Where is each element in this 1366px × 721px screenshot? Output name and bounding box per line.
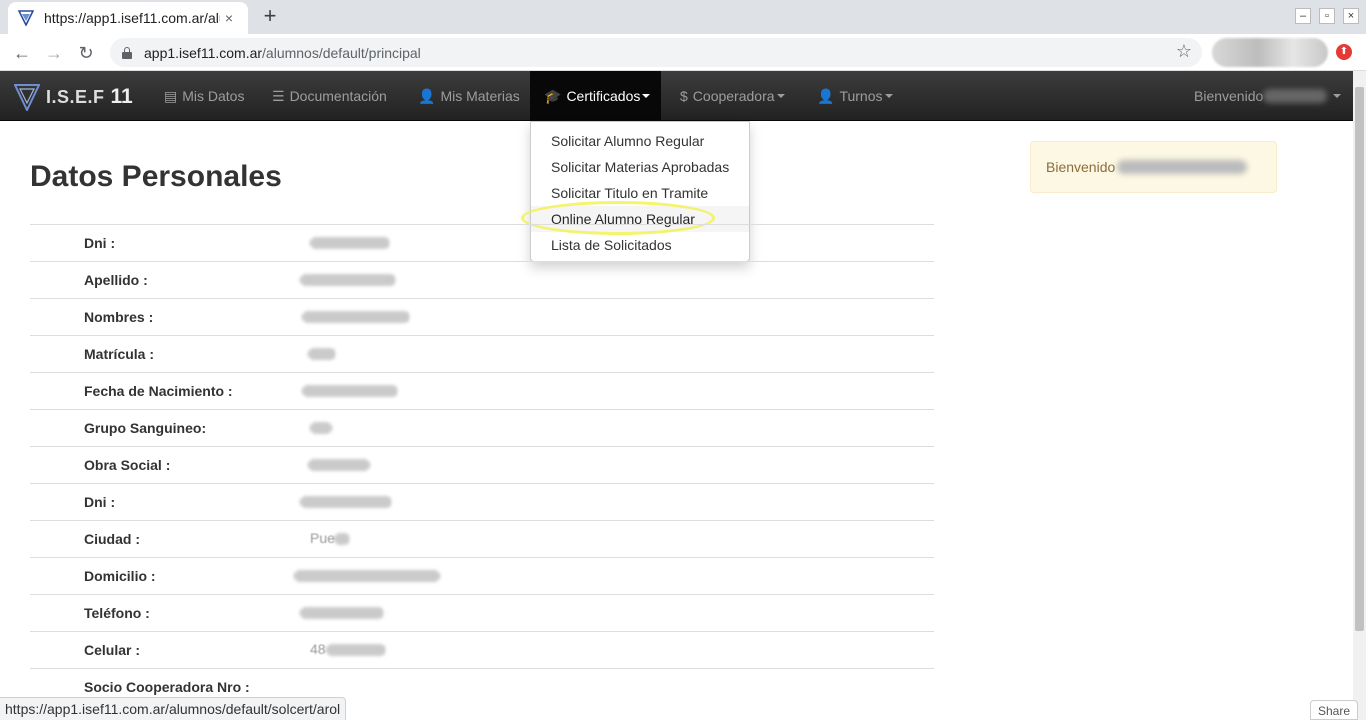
nav-label: Mis Datos bbox=[182, 88, 245, 104]
user-icon: 👤 bbox=[418, 87, 436, 104]
nav-label: Certificados bbox=[566, 88, 641, 104]
tab-close-icon[interactable]: × bbox=[220, 10, 238, 26]
field-value bbox=[244, 603, 934, 623]
field-label: Socio Cooperadora Nro : bbox=[84, 679, 250, 695]
field-label: Domicilio : bbox=[84, 568, 156, 584]
table-row: Teléfono : bbox=[30, 594, 934, 631]
table-row: Domicilio : bbox=[30, 557, 934, 594]
profile-avatar[interactable] bbox=[1212, 38, 1328, 67]
caret-down-icon bbox=[642, 94, 651, 98]
welcome-label: Bienvenido bbox=[1194, 88, 1264, 104]
reload-button[interactable]: ↻ bbox=[73, 40, 99, 66]
table-row: Ciudad : Pue bbox=[30, 520, 934, 557]
table-row: Nombres : bbox=[30, 298, 934, 335]
extension-icon[interactable]: ⬆ bbox=[1336, 44, 1352, 60]
nav-label: Mis Materias bbox=[440, 88, 520, 104]
field-label: Dni : bbox=[84, 494, 116, 510]
site-favicon-icon bbox=[18, 10, 34, 26]
field-value bbox=[244, 233, 934, 253]
nav-documentacion[interactable]: ☰ Documentación bbox=[258, 71, 401, 121]
table-row: Obra Social : bbox=[30, 446, 934, 483]
back-button[interactable]: ← bbox=[9, 40, 35, 66]
new-tab-button[interactable]: + bbox=[258, 5, 282, 29]
browser-toolbar: ← → ↻ app1.isef11.com.ar/alumnos/default… bbox=[0, 34, 1366, 71]
nav-mis-materias[interactable]: 👤 Mis Materias bbox=[404, 71, 534, 121]
table-row: Celular : 48 bbox=[30, 631, 934, 668]
welcome-alert: Bienvenido bbox=[1030, 141, 1277, 193]
tab-title: https://app1.isef11.com.ar/alumnos/defau… bbox=[44, 10, 220, 26]
field-value bbox=[244, 307, 934, 327]
isef-logo-icon bbox=[14, 84, 40, 111]
redacted-username bbox=[1117, 160, 1248, 174]
table-row: Apellido : bbox=[30, 261, 934, 298]
page-title: Datos Personales bbox=[30, 160, 282, 193]
field-label: Matrícula : bbox=[84, 346, 155, 362]
nav-certificados[interactable]: 🎓 Certificados bbox=[530, 71, 661, 121]
personal-data-table: Dni : Apellido : Nombres : Matrícula : F… bbox=[30, 224, 934, 705]
list-icon: ☰ bbox=[272, 87, 285, 104]
menu-item-solicitar-materias-aprobadas[interactable]: Solicitar Materias Aprobadas bbox=[531, 154, 749, 180]
nav-label: Cooperadora bbox=[692, 88, 775, 104]
menu-item-solicitar-alumno-regular[interactable]: Solicitar Alumno Regular bbox=[531, 128, 749, 154]
url-text: app1.isef11.com.ar/alumnos/default/princ… bbox=[144, 44, 421, 61]
field-label: Ciudad : bbox=[84, 531, 140, 547]
nav-mis-datos[interactable]: ▤ Mis Datos bbox=[150, 71, 258, 121]
field-value bbox=[244, 492, 934, 512]
brand-number: 11 bbox=[110, 85, 133, 108]
field-label: Apellido : bbox=[84, 272, 148, 288]
caret-down-icon bbox=[776, 94, 785, 98]
file-icon: ▤ bbox=[164, 87, 178, 104]
nav-label: Turnos bbox=[839, 88, 883, 104]
field-value bbox=[244, 418, 934, 438]
field-label: Nombres : bbox=[84, 309, 154, 325]
field-value bbox=[244, 455, 934, 475]
share-button[interactable]: Share bbox=[1310, 700, 1358, 720]
table-row: Dni : bbox=[30, 483, 934, 520]
field-value: Pue bbox=[244, 529, 934, 549]
field-value bbox=[244, 381, 934, 401]
table-row: Dni : bbox=[30, 224, 934, 261]
menu-item-solicitar-titulo-en-tramite[interactable]: Solicitar Titulo en Tramite bbox=[531, 180, 749, 206]
field-label: Obra Social : bbox=[84, 457, 171, 473]
site-navbar: I.S.E.F 11 ▤ Mis Datos ☰ Documentación 👤… bbox=[0, 71, 1353, 121]
caret-down-icon bbox=[1333, 94, 1342, 98]
brand-name: I.S.E.F bbox=[46, 86, 105, 107]
field-label: Grupo Sanguineo: bbox=[84, 420, 207, 436]
field-label: Dni : bbox=[84, 235, 116, 251]
close-window-button[interactable]: × bbox=[1343, 8, 1359, 24]
field-value bbox=[244, 566, 934, 586]
field-value bbox=[244, 344, 934, 364]
field-label: Celular : bbox=[84, 642, 141, 658]
field-label: Teléfono : bbox=[84, 605, 150, 621]
table-row: Matrícula : bbox=[30, 335, 934, 372]
field-value bbox=[244, 270, 934, 290]
page-scrollbar[interactable] bbox=[1353, 71, 1366, 720]
graduation-cap-icon: 🎓 bbox=[544, 87, 562, 104]
user-menu[interactable]: Bienvenido bbox=[1194, 71, 1342, 121]
minimize-button[interactable]: – bbox=[1295, 8, 1311, 24]
user-icon: 👤 bbox=[817, 87, 835, 104]
bookmark-star-icon[interactable]: ☆ bbox=[1176, 41, 1192, 62]
brand-logo[interactable]: I.S.E.F 11 bbox=[14, 83, 133, 111]
caret-down-icon bbox=[884, 94, 893, 98]
forward-button[interactable]: → bbox=[41, 40, 67, 66]
address-bar[interactable]: app1.isef11.com.ar/alumnos/default/princ… bbox=[110, 38, 1202, 67]
maximize-button[interactable]: ▫ bbox=[1319, 8, 1335, 24]
scrollbar-thumb[interactable] bbox=[1355, 87, 1364, 631]
lock-icon bbox=[122, 46, 132, 59]
nav-cooperadora[interactable]: $ Cooperadora bbox=[666, 71, 799, 121]
redacted-username bbox=[1263, 89, 1328, 103]
nav-label: Documentación bbox=[289, 88, 387, 104]
alert-text: Bienvenido bbox=[1046, 159, 1116, 175]
status-bar-link-preview: https://app1.isef11.com.ar/alumnos/defau… bbox=[0, 697, 347, 720]
table-row: Grupo Sanguineo: bbox=[30, 409, 934, 446]
field-value: 48 bbox=[244, 640, 934, 660]
nav-turnos[interactable]: 👤 Turnos bbox=[803, 71, 907, 121]
field-label: Fecha de Nacimiento : bbox=[84, 383, 233, 399]
browser-tab[interactable]: https://app1.isef11.com.ar/alumnos/defau… bbox=[8, 2, 248, 34]
table-row: Fecha de Nacimiento : bbox=[30, 372, 934, 409]
field-value bbox=[244, 677, 934, 697]
browser-tab-strip: https://app1.isef11.com.ar/alumnos/defau… bbox=[0, 0, 1366, 34]
dollar-icon: $ bbox=[680, 88, 688, 104]
